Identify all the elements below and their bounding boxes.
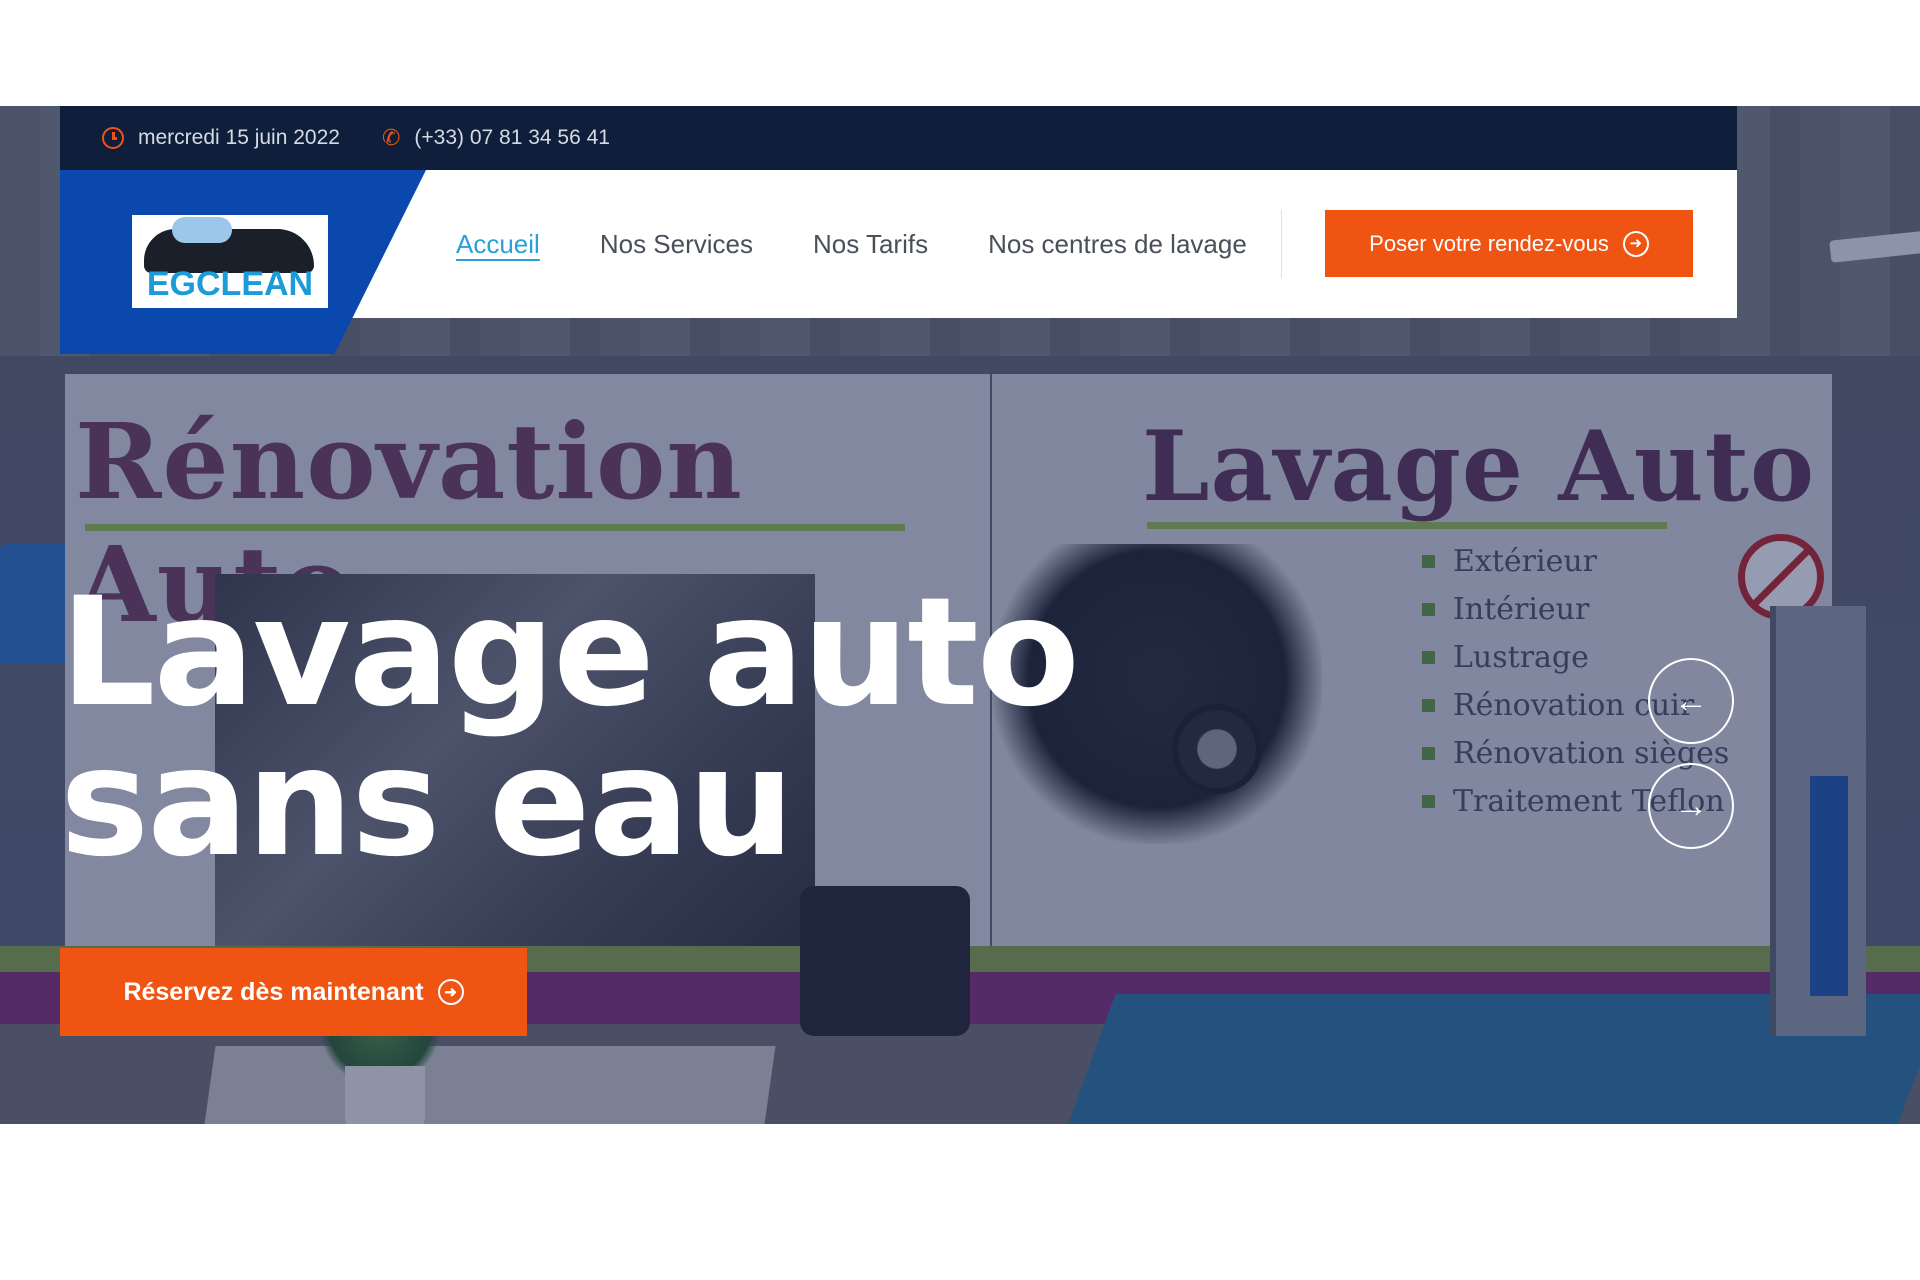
logo-text: EGCLEAN	[146, 265, 314, 303]
nav-link-services[interactable]: Nos Services	[600, 229, 753, 260]
site-logo[interactable]: EGCLEAN	[132, 215, 328, 308]
top-info-bar: mercredi 15 juin 2022 ✆ (+33) 07 81 34 5…	[60, 106, 1737, 170]
appointment-button[interactable]: Poser votre rendez-vous ➜	[1325, 210, 1693, 277]
book-now-button[interactable]: Réservez dès maintenant ➜	[60, 948, 527, 1036]
hero-title-line2: sans eau	[60, 716, 795, 890]
slider-prev-button[interactable]: ←	[1648, 658, 1734, 744]
nav-link-accueil[interactable]: Accueil	[456, 229, 540, 260]
arrow-left-icon: ←	[1674, 681, 1708, 720]
arrow-right-circle-icon: ➜	[437, 979, 464, 1005]
topbar-date: mercredi 15 juin 2022	[102, 126, 340, 150]
nav-link-tarifs[interactable]: Nos Tarifs	[813, 229, 928, 260]
book-now-label: Réservez dès maintenant	[123, 977, 424, 1006]
topbar-phone[interactable]: ✆ (+33) 07 81 34 56 41	[382, 125, 610, 151]
arrow-right-circle-icon: ➜	[1622, 230, 1649, 257]
slider-next-button[interactable]: →	[1648, 763, 1734, 849]
clock-icon	[102, 127, 124, 149]
logo-cloud-graphic	[172, 217, 232, 243]
date-text: mercredi 15 juin 2022	[138, 126, 340, 149]
nav-menu: Accueil Nos Services Nos Tarifs Nos cent…	[456, 170, 1307, 318]
arrow-right-icon: →	[1674, 786, 1708, 825]
appointment-label: Poser votre rendez-vous	[1369, 230, 1609, 256]
phone-icon: ✆	[381, 125, 401, 150]
hero-title-line1: Lavage auto	[60, 566, 1080, 740]
phone-text[interactable]: (+33) 07 81 34 56 41	[414, 126, 610, 150]
nav-divider	[1281, 210, 1282, 278]
nav-link-centres[interactable]: Nos centres de lavage	[988, 229, 1247, 260]
hero-title: Lavage auto sans eau	[60, 578, 1160, 878]
